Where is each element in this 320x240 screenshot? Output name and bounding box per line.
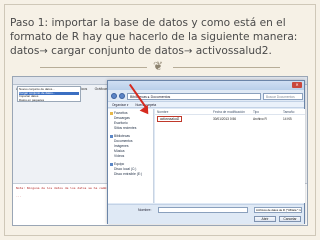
nav-item-recientes[interactable]: Sitios recientes — [109, 126, 152, 131]
nav-item-videos[interactable]: Vídeos — [109, 154, 152, 159]
organize-button[interactable]: Organizar ▾ — [112, 103, 128, 107]
slide-divider: ❦ — [40, 59, 280, 73]
file-name-cell: activossalud2 — [155, 116, 211, 122]
nav-label: Favoritos — [114, 111, 128, 115]
slide-frame-right — [315, 4, 316, 236]
close-button[interactable]: ✕ — [292, 82, 302, 88]
navigation-pane: Favoritos Descargas Escritorio Sitios re… — [108, 109, 154, 203]
datos-dropdown-menu: Nuevo conjunto de datos... Cargar conjun… — [17, 86, 81, 102]
file-date: 30/01/2013 0:56 — [213, 117, 237, 121]
r-menu-item[interactable]: Gráficas — [95, 87, 108, 91]
open-file-dialog: ✕ Bibliotecas ▸ Documentos Buscar Docume… — [107, 80, 305, 224]
forward-button[interactable] — [119, 93, 125, 99]
nav-label: Bibliotecas — [114, 134, 130, 138]
filetype-select[interactable]: Archivos de datos de R (*.RData *.rda) — [254, 207, 302, 213]
divider-line-left — [40, 67, 147, 68]
nav-group-computer: Equipo Disco local (C:) Disco extraíble … — [109, 162, 152, 177]
filename-label: Nombre: — [138, 208, 152, 212]
file-list: Nombre Fecha de modificación Tipo Tamaño… — [155, 109, 305, 203]
address-path[interactable]: Bibliotecas ▸ Documentos — [127, 92, 261, 100]
nav-label: Equipo — [114, 162, 125, 166]
divider-line-right — [173, 67, 280, 68]
column-header-date[interactable]: Fecha de modificación — [211, 109, 251, 114]
file-row[interactable]: activossalud2 30/01/2013 0:56 Archivo R … — [155, 116, 305, 122]
slide-title: Paso 1: importar la base de datos y como… — [10, 16, 310, 59]
column-header-type[interactable]: Tipo — [251, 109, 281, 114]
open-button[interactable]: Abrir — [254, 216, 276, 222]
column-header-size[interactable]: Tamaño — [281, 109, 294, 114]
slide-title-line-1: Paso 1: importar la base de datos y como… — [10, 17, 286, 29]
nav-group-libraries: Bibliotecas Documentos Imágenes Música V… — [109, 134, 152, 159]
file-type: Archivo R — [253, 117, 267, 121]
slide-title-line-3: datos→ cargar conjunto de datos→ activos… — [10, 44, 310, 59]
screenshot: Archivo Editar Datos Estadísticos Gráfic… — [12, 76, 308, 226]
file-name: activossalud2 — [157, 116, 183, 122]
dialog-footer: Nombre: Archivos de datos de R (*.RData … — [108, 204, 304, 224]
filename-input[interactable] — [158, 207, 248, 213]
arrow-right-icon: → — [39, 46, 48, 57]
title-cargar: cargar conjunto de datos — [47, 45, 184, 57]
nav-item-disk-e[interactable]: Disco extraíble (E:) — [109, 172, 152, 177]
title-datos: datos — [10, 45, 40, 57]
slide-title-line-2: formato de R hay que hacerlo de la sigui… — [10, 31, 298, 43]
title-activossalud: activossalud2. — [192, 45, 272, 57]
slide-frame-left — [4, 4, 5, 236]
dialog-toolbar: Organizar ▾ Nueva carpeta — [108, 101, 304, 108]
slide-frame-top — [4, 4, 316, 5]
computer-icon — [110, 162, 113, 166]
menu-option[interactable]: Datos en paquetes — [19, 99, 79, 103]
search-input[interactable]: Buscar Documentos — [263, 92, 303, 100]
library-icon — [110, 134, 113, 138]
back-button[interactable] — [111, 93, 117, 99]
slide-frame-bottom — [4, 235, 316, 236]
fleuron-icon: ❦ — [153, 59, 164, 73]
column-header-name[interactable]: Nombre — [155, 109, 211, 114]
dialog-title-bar: ✕ — [108, 81, 304, 90]
file-list-header: Nombre Fecha de modificación Tipo Tamaño — [155, 109, 305, 115]
file-size: 14 KB — [283, 117, 292, 121]
star-icon — [110, 111, 113, 115]
cancel-button[interactable]: Cancelar — [279, 216, 301, 222]
